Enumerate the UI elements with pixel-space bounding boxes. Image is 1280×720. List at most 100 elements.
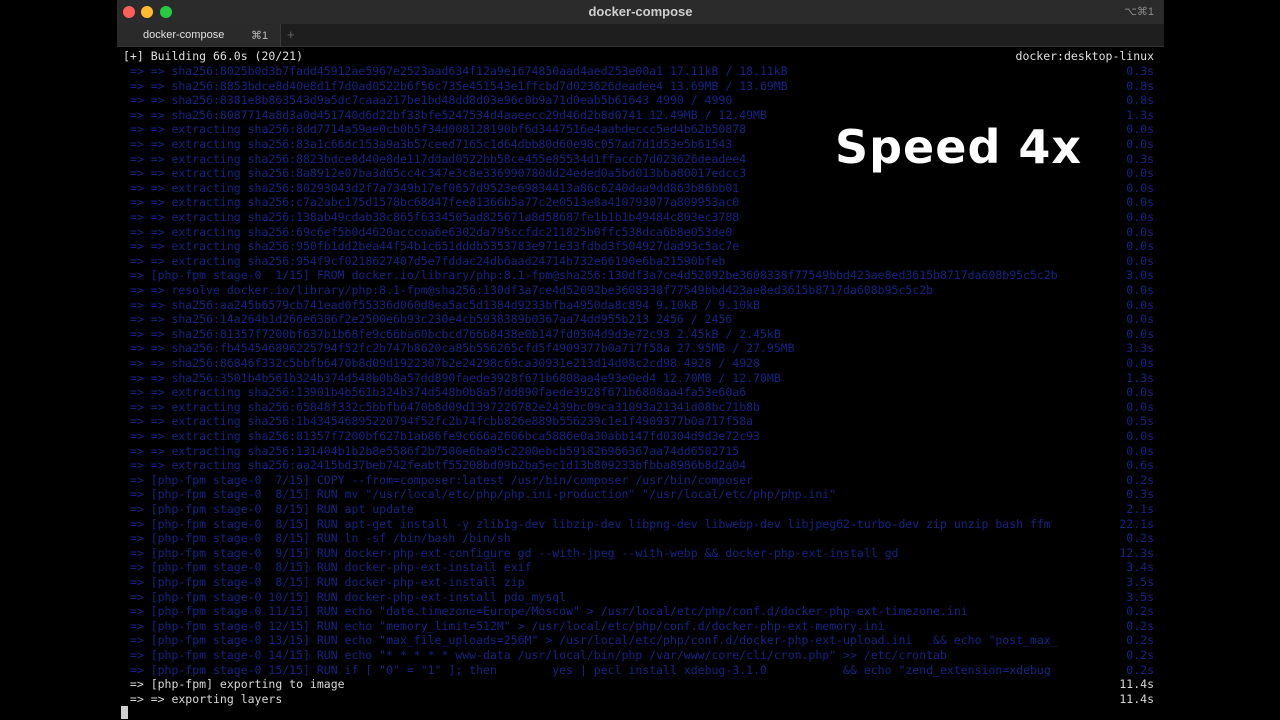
- log-duration: 0.3s: [1126, 64, 1154, 78]
- log-text: => [php-fpm stage-0 8/15] RUN mv "/usr/l…: [123, 487, 837, 502]
- log-text: => [php-fpm stage-0 8/15] RUN apt-get in…: [123, 516, 1051, 531]
- log-line: => => extracting sha256:aa2415bd37beb742…: [123, 458, 1154, 472]
- log-duration: 0.2s: [1126, 633, 1154, 648]
- log-line: => [php-fpm stage-0 8/15] RUN apt-get in…: [123, 517, 1154, 531]
- log-line: => => extracting sha256:c7a2abc175d1578b…: [123, 195, 1154, 209]
- log-text: => [php-fpm stage-0 10/15] RUN docker-ph…: [123, 589, 567, 604]
- log-line: => => extracting sha256:13901b4b561b324b…: [123, 385, 1154, 399]
- log-text: => [php-fpm stage-0 12/15] RUN echo "mem…: [123, 618, 885, 633]
- log-line: => [php-fpm stage-0 12/15] RUN echo "mem…: [123, 619, 1154, 633]
- log-duration: 0.3s: [1126, 487, 1154, 502]
- log-line: => => extracting sha256:69c6ef5b0d4620ac…: [123, 225, 1154, 239]
- log-line: => [php-fpm] exporting to image 11.4s: [123, 677, 1154, 691]
- log-line: => [php-fpm stage-0 8/15] RUN apt update…: [123, 502, 1154, 516]
- log-text: => [php-fpm stage-0 13/15] RUN echo "max…: [123, 633, 1058, 648]
- log-duration: 0.2s: [1126, 604, 1154, 619]
- terminal-window: docker-compose ⌥⌘1 docker-compose ⌘1 + […: [117, 0, 1164, 720]
- log-line: => [php-fpm stage-0 11/15] RUN echo "dat…: [123, 604, 1154, 618]
- log-text: => => extracting sha256:69c6ef5b0d4620ac…: [123, 224, 733, 239]
- log-duration: 0.0s: [1126, 195, 1154, 210]
- log-line: => [php-fpm stage-0 15/15] RUN if [ "0" …: [123, 663, 1154, 677]
- log-duration: 0.0s: [1126, 443, 1154, 458]
- log-text: => [php-fpm stage-0 8/15] RUN ln -sf /bi…: [123, 531, 511, 546]
- log-text: => => extracting sha256:13901b4b561b324b…: [123, 385, 747, 400]
- log-line: => => extracting sha256:1b43454689522079…: [123, 414, 1154, 428]
- log-duration: 3.5s: [1126, 575, 1154, 589]
- log-text: => => extracting sha256:8dd7714a59ae0cb0…: [123, 122, 747, 137]
- log-text: => => sha256:81357f7200bf637b1b68fe9c66b…: [123, 326, 781, 341]
- log-duration: 3.3s: [1126, 341, 1154, 356]
- log-line: => => extracting sha256:65848f332c5bbfb6…: [123, 400, 1154, 414]
- log-line: => => resolve docker.io/library/php:8.1-…: [123, 283, 1154, 297]
- log-duration: 0.0s: [1126, 283, 1154, 297]
- log-line: => [php-fpm stage-0 8/15] RUN docker-php…: [123, 560, 1154, 574]
- log-duration: 0.6s: [1126, 458, 1154, 473]
- log-text: => => sha256:aa245b6579cb741ead0f55336d0…: [123, 297, 760, 312]
- speed-overlay: Speed 4x: [835, 120, 1083, 174]
- log-line: => => sha256:81357f7200bf637b1b68fe9c66b…: [123, 327, 1154, 341]
- log-text: => => extracting sha256:80293043d2f7a734…: [123, 180, 740, 195]
- log-text: => [php-fpm stage-0 9/15] RUN docker-php…: [123, 545, 899, 560]
- log-duration: 0.2s: [1126, 531, 1154, 546]
- log-text: => => extracting sha256:c7a2abc175d1578b…: [123, 195, 740, 210]
- log-text: => => extracting sha256:1b43454689522079…: [123, 414, 754, 429]
- log-text: => => sha256:8853bdce8d40e8d1f7d0ad0522b…: [123, 78, 788, 93]
- log-line: => => exporting layers 11.4s: [123, 692, 1154, 706]
- log-text: => => extracting sha256:954f9cf021862740…: [123, 253, 726, 268]
- log-duration: 0.0s: [1126, 137, 1154, 151]
- log-text: => [php-fpm stage-0 8/15] RUN docker-php…: [123, 575, 525, 589]
- log-duration: 0.0s: [1126, 312, 1154, 327]
- window-shortcut: ⌥⌘1: [1124, 6, 1154, 18]
- log-line: => [php-fpm stage-0 9/15] RUN docker-php…: [123, 546, 1154, 560]
- log-text: => => sha256:3501b4b561b324b374d548b0b8a…: [123, 370, 781, 385]
- tab-docker-compose[interactable]: docker-compose ⌘1: [117, 24, 281, 46]
- log-duration: 2.1s: [1126, 502, 1154, 516]
- log-duration: 1.3s: [1126, 370, 1154, 385]
- log-line: => => sha256:86846f332c5bbfb6470b8d09d19…: [123, 356, 1154, 370]
- log-duration: 0.8s: [1126, 93, 1154, 108]
- log-duration: 22.1s: [1119, 516, 1154, 531]
- log-text: => [php-fpm stage-0 1/15] FROM docker.io…: [123, 268, 1058, 283]
- log-text: => => exporting layers: [123, 691, 283, 706]
- log-line: => => extracting sha256:138ab49cdab38c86…: [123, 210, 1154, 224]
- log-text: => => extracting sha256:aa2415bd37beb742…: [123, 458, 747, 473]
- log-text: => => sha256:8025b0d3b7fadd45912ae5967e2…: [123, 64, 788, 78]
- log-duration: 0.0s: [1126, 239, 1154, 254]
- log-text: => => extracting sha256:83a1c66dc153a9a3…: [123, 137, 733, 151]
- new-tab-button[interactable]: +: [287, 27, 295, 42]
- log-line: => [php-fpm stage-0 13/15] RUN echo "max…: [123, 633, 1154, 647]
- window-title: docker-compose: [588, 4, 693, 19]
- log-duration: 0.0s: [1126, 429, 1154, 443]
- log-line: => => sha256:fb454546896225794f52fc2b747…: [123, 341, 1154, 355]
- log-line: => [php-fpm stage-0 8/15] RUN mv "/usr/l…: [123, 487, 1154, 501]
- log-duration: 0.0s: [1126, 253, 1154, 268]
- log-line: => [php-fpm stage-0 8/15] RUN ln -sf /bi…: [123, 531, 1154, 545]
- log-line: => [php-fpm stage-0 8/15] RUN docker-php…: [123, 575, 1154, 589]
- docker-context: docker:desktop-linux: [1015, 49, 1154, 63]
- log-duration: 0.2s: [1126, 648, 1154, 662]
- log-duration: 0.0s: [1126, 210, 1154, 224]
- log-text: => => extracting sha256:8a8912e07ba3d65c…: [123, 166, 747, 181]
- log-duration: 0.0s: [1126, 224, 1154, 239]
- log-text: => => extracting sha256:65848f332c5bbfb6…: [123, 399, 760, 414]
- log-duration: 0.2s: [1126, 472, 1154, 487]
- log-duration: 0.5s: [1126, 414, 1154, 429]
- log-text: => => extracting sha256:138ab49cdab38c86…: [123, 210, 740, 224]
- log-line: => [php-fpm stage-0 14/15] RUN echo "* *…: [123, 648, 1154, 662]
- log-duration: 0.0s: [1126, 180, 1154, 195]
- log-text: => => resolve docker.io/library/php:8.1-…: [123, 283, 934, 297]
- log-text: => => sha256:8381e8b863543d9a5dc7caaa217…: [123, 93, 733, 108]
- log-line: => => extracting sha256:131404b1b2b8e558…: [123, 444, 1154, 458]
- log-duration: 12.3s: [1119, 545, 1154, 560]
- terminal-cursor: [121, 706, 128, 719]
- log-duration: 0.0s: [1126, 122, 1154, 137]
- log-text: => [php-fpm stage-0 14/15] RUN echo "* *…: [123, 648, 947, 662]
- log-text: => => extracting sha256:131404b1b2b8e558…: [123, 443, 740, 458]
- log-duration: 0.0s: [1126, 399, 1154, 414]
- log-duration: 0.8s: [1126, 78, 1154, 93]
- log-line: => => extracting sha256:81357f7200bf627b…: [123, 429, 1154, 443]
- tab-label: docker-compose: [143, 29, 225, 41]
- log-text: => [php-fpm stage-0 8/15] RUN docker-php…: [123, 560, 532, 575]
- log-line: => => sha256:aa245b6579cb741ead0f55336d0…: [123, 298, 1154, 312]
- log-text: => => sha256:fb454546896225794f52fc2b747…: [123, 341, 795, 356]
